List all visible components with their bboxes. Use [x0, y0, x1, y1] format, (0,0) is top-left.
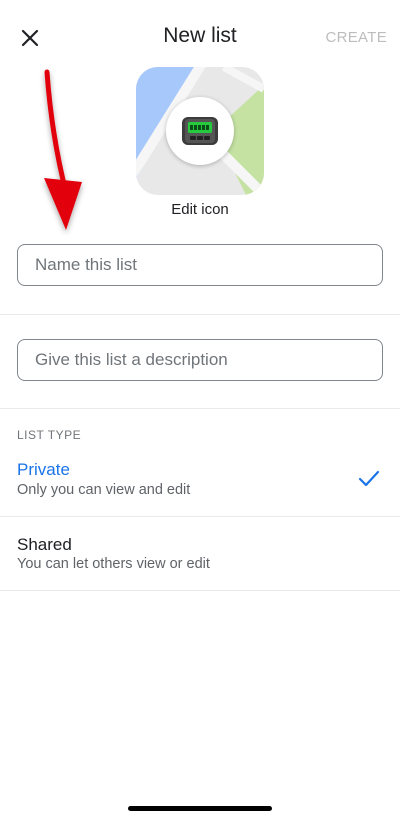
- top-bar: New list CREATE: [0, 0, 400, 76]
- list-type-heading: LIST TYPE: [17, 428, 82, 442]
- option-title-private: Private: [17, 460, 70, 479]
- icon-badge: [166, 97, 234, 165]
- home-indicator[interactable]: [128, 806, 272, 811]
- divider: [0, 590, 400, 591]
- create-button[interactable]: CREATE: [325, 29, 387, 46]
- list-description-placeholder: Give this list a description: [35, 350, 228, 369]
- annotation-arrow: [44, 69, 82, 230]
- list-name-input[interactable]: Name this list: [17, 244, 383, 286]
- option-subtitle-private: Only you can view and edit: [17, 482, 191, 498]
- list-icon-button[interactable]: [136, 67, 264, 195]
- divider: [0, 314, 400, 315]
- option-subtitle-shared: You can let others view or edit: [17, 556, 210, 572]
- option-title-shared: Shared: [17, 535, 72, 554]
- divider: [0, 408, 400, 409]
- pager-icon: [182, 117, 218, 145]
- list-name-placeholder: Name this list: [35, 255, 138, 274]
- list-description-input[interactable]: Give this list a description: [17, 339, 383, 381]
- checkmark-icon: [358, 470, 380, 487]
